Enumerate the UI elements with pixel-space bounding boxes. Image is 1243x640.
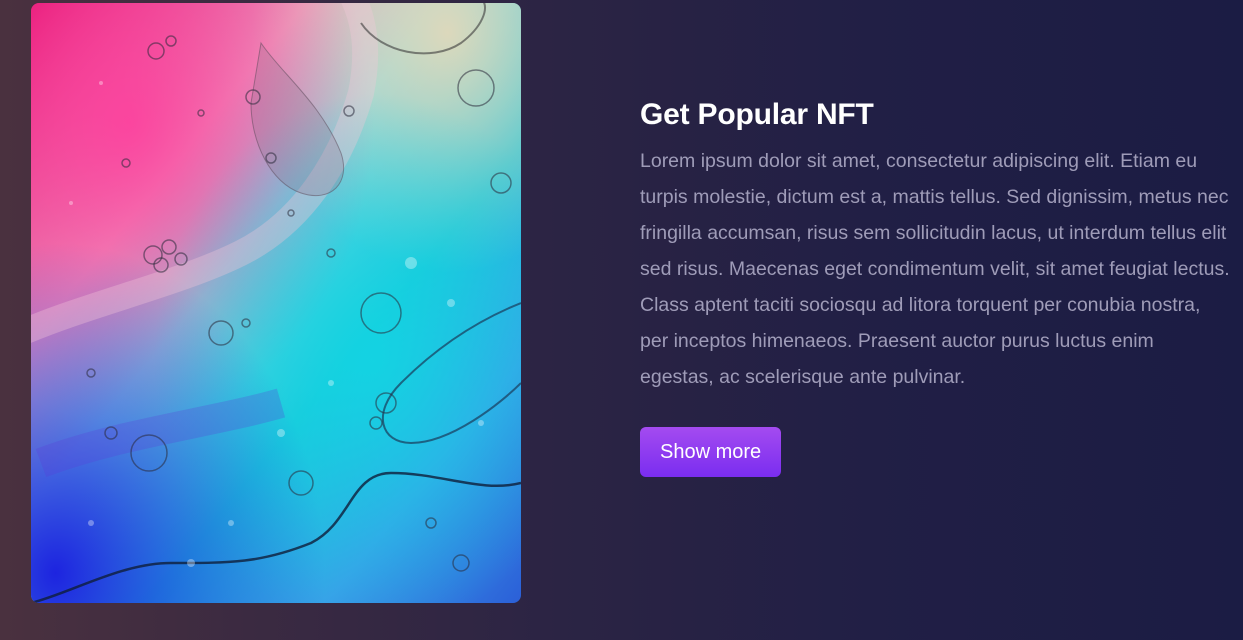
show-more-button[interactable]: Show more [640, 427, 782, 477]
nft-artwork-image [31, 3, 521, 603]
section-description: Lorem ipsum dolor sit amet, consectetur … [640, 150, 1230, 388]
hero-content: Get Popular NFT Lorem ipsum dolor sit am… [640, 93, 1230, 477]
section-title: Get Popular NFT [640, 98, 874, 131]
nft-artwork [31, 3, 521, 603]
